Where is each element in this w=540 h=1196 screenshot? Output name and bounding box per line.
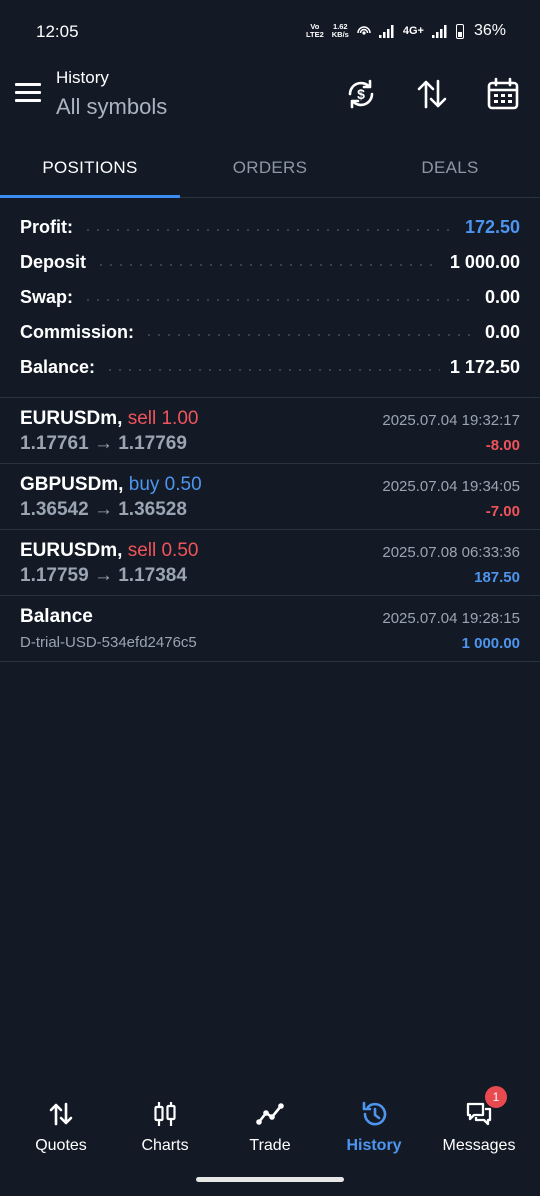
header-subtitle: History (56, 68, 109, 87)
deal-symbol-line: Balance (20, 606, 93, 628)
nav-messages[interactable]: 1 Messages (425, 1086, 533, 1160)
deal-side: sell 0.50 (127, 540, 199, 561)
summary-profit-row: Profit: 172.50 (0, 210, 540, 245)
speed-unit: KB/s (331, 30, 349, 39)
deal-prices: 1.17761 → 1.17769 (20, 433, 187, 454)
sort-icon (417, 79, 447, 109)
dotted-leader (105, 368, 440, 371)
commission-label: Commission: (20, 322, 135, 342)
tab-deals[interactable]: DEALS (360, 138, 540, 198)
balance-value: 1 172.50 (449, 357, 520, 377)
history-tabs: POSITIONS ORDERS DEALS (0, 138, 540, 198)
deal-symbol: Balance (20, 606, 93, 627)
summary-commission-row: Commission: 0.00 (0, 315, 540, 350)
nav-history-label: History (346, 1137, 402, 1154)
summary-balance-row: Balance: 1 172.50 (0, 350, 540, 385)
currency-exchange-icon: $ (348, 79, 374, 109)
summary-deposit-row: Deposit 1 000.00 (0, 245, 540, 280)
hotspot-icon (357, 26, 371, 35)
nav-charts[interactable]: Charts (111, 1090, 219, 1160)
account-summary: Profit: 172.50 Deposit 1 000.00 Swap: 0.… (0, 210, 540, 385)
deal-time: 2025.07.04 19:32:17 (382, 412, 520, 429)
active-tab-indicator (0, 195, 180, 198)
signal-icon (378, 24, 394, 38)
nav-charts-label: Charts (141, 1137, 189, 1154)
calendar-icon (487, 77, 519, 110)
battery-icon (455, 23, 464, 39)
divider (0, 661, 540, 662)
deal-time: 2025.07.04 19:28:15 (382, 610, 520, 627)
nav-quotes[interactable]: Quotes (7, 1090, 115, 1160)
menu-icon[interactable] (15, 83, 41, 103)
deal-profit: 1 000.00 (461, 635, 520, 652)
dotted-leader (144, 333, 475, 336)
trade-icon (256, 1103, 284, 1125)
nav-trade-label: Trade (249, 1137, 291, 1154)
dotted-leader (83, 228, 455, 231)
currency-exchange-button[interactable]: $ (343, 76, 379, 112)
history-icon (362, 1101, 387, 1126)
network-type: 4G+ (402, 25, 424, 37)
deal-prices: 1.36542 → 1.36528 (20, 499, 187, 520)
dotted-leader (83, 298, 475, 301)
candlestick-icon (154, 1102, 176, 1126)
deal-time: 2025.07.04 19:34:05 (382, 478, 520, 495)
profit-label: Profit: (20, 217, 73, 237)
status-bar: 12:05 Vo LTE2 1.62 KB/s 4G+ 36% (0, 0, 540, 60)
deal-symbol-line: GBPUSDm, buy 0.50 (20, 474, 202, 496)
deal-row[interactable]: GBPUSDm, buy 0.50 1.36542 → 1.36528 2025… (0, 464, 540, 530)
symbol-filter[interactable]: All symbols (56, 94, 167, 120)
deal-symbol-line: EURUSDm, sell 0.50 (20, 540, 198, 562)
dotted-leader (96, 263, 440, 266)
nav-trade[interactable]: Trade (216, 1090, 324, 1160)
deal-symbol-line: EURUSDm, sell 1.00 (20, 408, 198, 430)
deposit-label: Deposit (20, 252, 87, 272)
tab-orders[interactable]: ORDERS (180, 138, 360, 198)
balance-label: Balance: (20, 357, 96, 377)
svg-text:$: $ (357, 86, 365, 102)
deal-symbol: EURUSDm, (20, 408, 123, 429)
nav-quotes-label: Quotes (35, 1137, 87, 1154)
deal-side: sell 1.00 (127, 408, 199, 429)
deal-profit: 187.50 (474, 569, 520, 586)
messages-badge: 1 (485, 1086, 507, 1108)
bottom-navigation: Quotes Charts Trade History 1 Messages (0, 1086, 540, 1170)
deal-row[interactable]: EURUSDm, sell 0.50 1.17759 → 1.17384 202… (0, 530, 540, 596)
deal-account-id: D-trial-USD-534efd2476c5 (20, 634, 197, 651)
deal-symbol: GBPUSDm, (20, 474, 124, 495)
deposit-value: 1 000.00 (449, 252, 520, 272)
deal-symbol: EURUSDm, (20, 540, 123, 561)
network-speed: 1.62 KB/s (332, 23, 349, 39)
deal-row[interactable]: EURUSDm, sell 1.00 1.17761 → 1.17769 202… (0, 398, 540, 464)
deal-profit: -8.00 (485, 437, 520, 454)
volte-indicator: Vo LTE2 (305, 22, 324, 39)
app-header: History All symbols $ (0, 60, 540, 138)
calendar-button[interactable] (485, 76, 521, 112)
battery-percent: 36% (473, 22, 506, 39)
tab-positions[interactable]: POSITIONS (0, 138, 180, 198)
deal-side: buy 0.50 (128, 474, 202, 495)
profit-value: 172.50 (464, 217, 520, 237)
status-time: 12:05 (36, 22, 79, 41)
deal-profit: -7.00 (485, 503, 520, 520)
nav-history[interactable]: History (320, 1090, 428, 1160)
quotes-icon (49, 1102, 73, 1126)
home-indicator[interactable] (196, 1177, 344, 1182)
signal-icon-2 (431, 24, 447, 38)
deal-time: 2025.07.08 06:33:36 (382, 544, 520, 561)
nav-messages-label: Messages (442, 1137, 516, 1154)
status-icons: Vo LTE2 1.62 KB/s 4G+ 36% (306, 22, 506, 40)
sort-button[interactable] (414, 76, 450, 112)
commission-value: 0.00 (484, 322, 520, 342)
swap-label: Swap: (20, 287, 74, 307)
summary-swap-row: Swap: 0.00 (0, 280, 540, 315)
deal-prices: 1.17759 → 1.17384 (20, 565, 187, 586)
deal-row-balance[interactable]: Balance D-trial-USD-534efd2476c5 2025.07… (0, 596, 540, 662)
swap-value: 0.00 (484, 287, 520, 307)
